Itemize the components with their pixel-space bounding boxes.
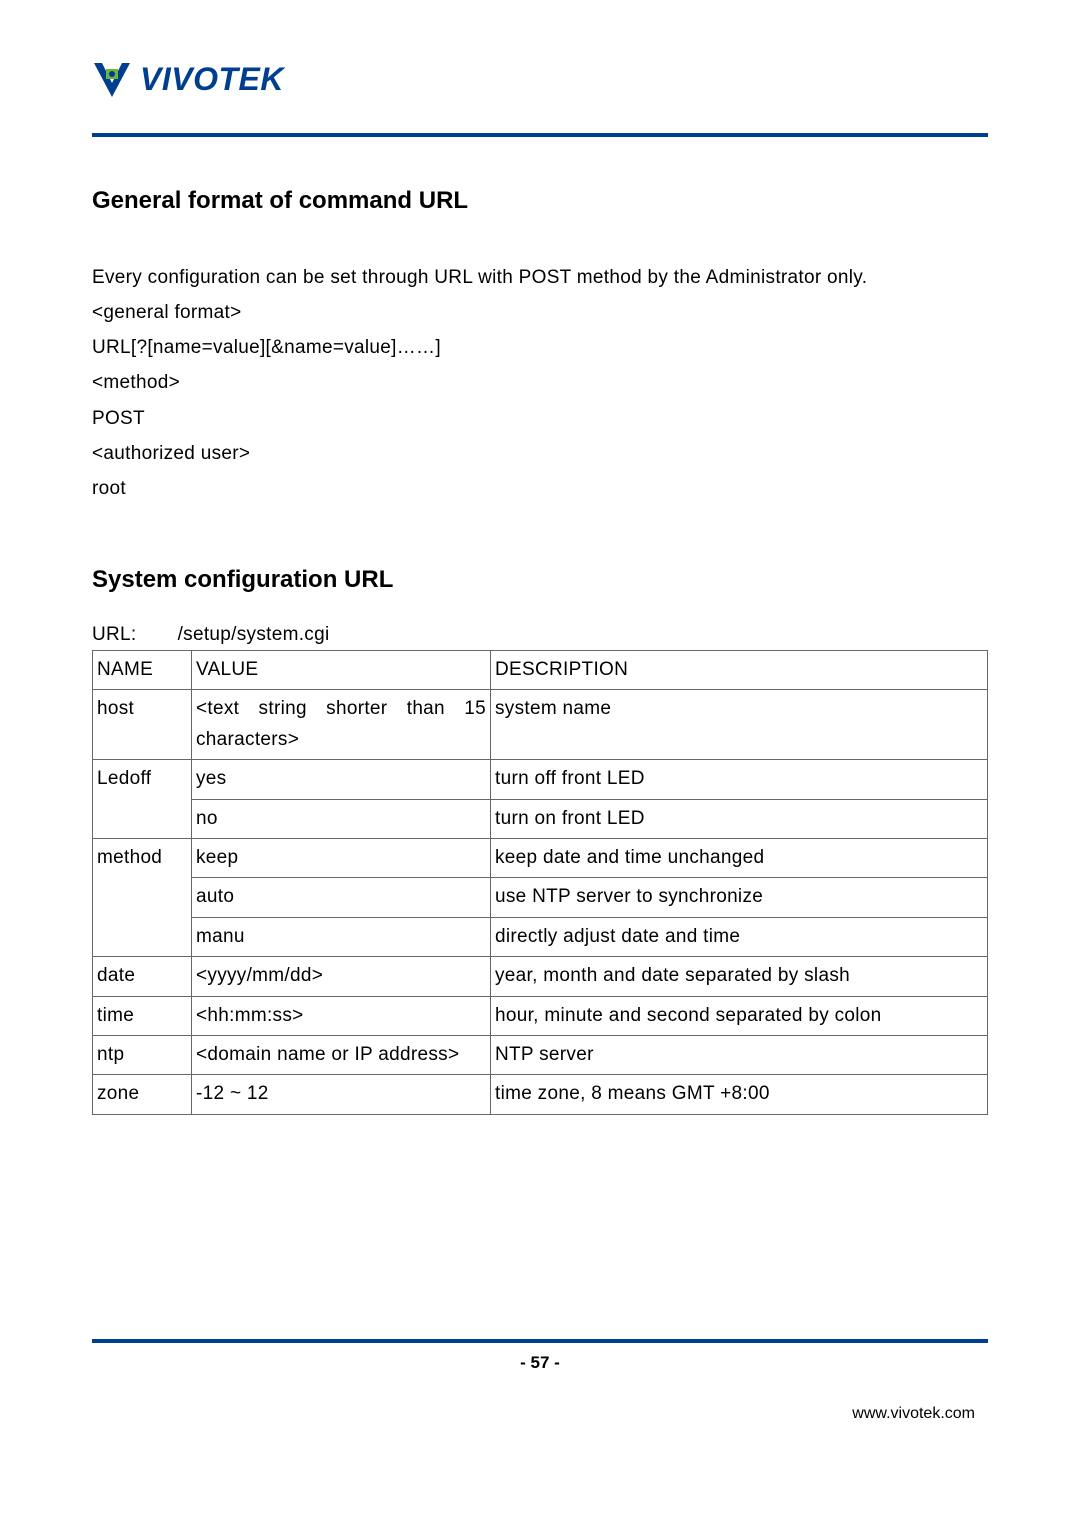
cell-value: <domain name or IP address>: [192, 1035, 491, 1074]
cell-value: <hh:mm:ss>: [192, 996, 491, 1035]
table-row: method keep keep date and time unchanged: [93, 838, 988, 877]
cell-name: date: [93, 957, 192, 996]
cell-desc: system name: [491, 690, 988, 760]
format-line: POST: [92, 401, 988, 436]
cell-desc: turn on front LED: [491, 799, 988, 838]
logo-text: VIVOTEK: [140, 61, 284, 98]
table-row: host <text string shorter than 15 charac…: [93, 690, 988, 760]
page-container: VIVOTEK General format of command URL Ev…: [0, 0, 1080, 1528]
cell-name: host: [93, 690, 192, 760]
cell-desc: hour, minute and second separated by col…: [491, 996, 988, 1035]
table-row: ntp <domain name or IP address> NTP serv…: [93, 1035, 988, 1074]
cell-value: auto: [192, 878, 491, 917]
url-label: URL:: [92, 624, 172, 646]
section1-intro: Every configuration can be set through U…: [92, 260, 988, 295]
cell-desc: year, month and date separated by slash: [491, 957, 988, 996]
cell-value: <yyyy/mm/dd>: [192, 957, 491, 996]
config-table: NAME VALUE DESCRIPTION host <text string…: [92, 650, 988, 1115]
cell-desc: time zone, 8 means GMT +8:00: [491, 1075, 988, 1114]
cell-desc: turn off front LED: [491, 760, 988, 799]
table-row: time <hh:mm:ss> hour, minute and second …: [93, 996, 988, 1035]
cell-name: method: [93, 838, 192, 956]
format-line: root: [92, 471, 988, 506]
cell-name: ntp: [93, 1035, 192, 1074]
cell-desc: keep date and time unchanged: [491, 838, 988, 877]
header-name: NAME: [93, 650, 192, 689]
cell-value: yes: [192, 760, 491, 799]
format-line: <method>: [92, 365, 988, 400]
footer-divider: [92, 1339, 988, 1343]
cell-value: no: [192, 799, 491, 838]
header-value: VALUE: [192, 650, 491, 689]
cell-name: zone: [93, 1075, 192, 1114]
format-block: <general format> URL[?[name=value][&name…: [92, 295, 988, 506]
header-divider: [92, 133, 988, 137]
table-row: date <yyyy/mm/dd> year, month and date s…: [93, 957, 988, 996]
table-header-row: NAME VALUE DESCRIPTION: [93, 650, 988, 689]
url-value: /setup/system.cgi: [178, 624, 330, 645]
format-line: <authorized user>: [92, 436, 988, 471]
table-row: auto use NTP server to synchronize: [93, 878, 988, 917]
cell-desc: directly adjust date and time: [491, 917, 988, 956]
table-row: no turn on front LED: [93, 799, 988, 838]
footer-url: www.vivotek.com: [852, 1405, 975, 1423]
cell-name: time: [93, 996, 192, 1035]
cell-value: manu: [192, 917, 491, 956]
cell-desc: use NTP server to synchronize: [491, 878, 988, 917]
cell-value: <text string shorter than 15 characters>: [192, 690, 491, 760]
cell-desc: NTP server: [491, 1035, 988, 1074]
page-number: - 57 -: [0, 1353, 1080, 1373]
logo: VIVOTEK: [92, 55, 988, 103]
header-description: DESCRIPTION: [491, 650, 988, 689]
section1-heading: General format of command URL: [92, 187, 988, 215]
format-line: URL[?[name=value][&name=value]……]: [92, 330, 988, 365]
table-row: zone -12 ~ 12 time zone, 8 means GMT +8:…: [93, 1075, 988, 1114]
table-row: Ledoff yes turn off front LED: [93, 760, 988, 799]
cell-value: keep: [192, 838, 491, 877]
url-line: URL: /setup/system.cgi: [92, 624, 988, 646]
cell-value: -12 ~ 12: [192, 1075, 491, 1114]
table-row: manu directly adjust date and time: [93, 917, 988, 956]
format-line: <general format>: [92, 295, 988, 330]
section2-heading: System configuration URL: [92, 566, 988, 594]
logo-mark-icon: [92, 55, 132, 103]
cell-name: Ledoff: [93, 760, 192, 839]
